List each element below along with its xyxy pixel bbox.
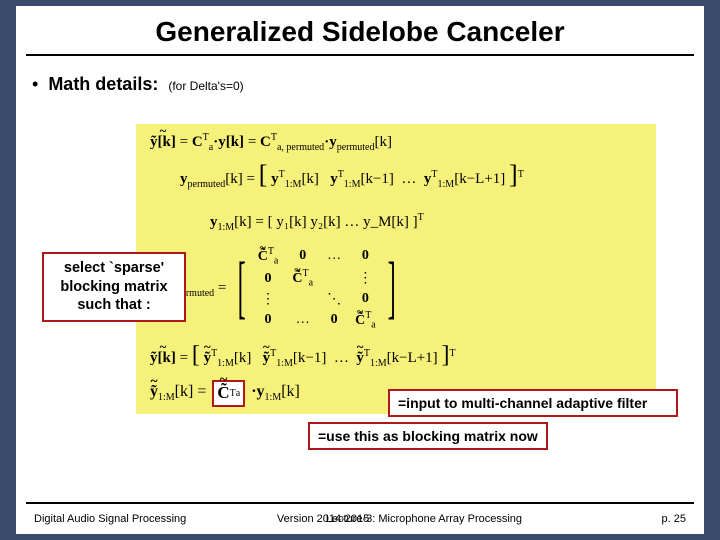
callout-sparse: select `sparse' blocking matrix such tha… (42, 252, 186, 322)
equation-5: ỹ[k] = [ ỹT1:M[k] ỹT1:M[k−1] … ỹT1:M[k−L… (150, 342, 456, 369)
eq6-y: ·y (251, 383, 264, 400)
eq5-k1: [k−1] (293, 350, 326, 366)
m-21: 0 (258, 271, 279, 287)
eq2-tail: [k] (225, 171, 243, 187)
eq2-y1: y (271, 171, 279, 187)
matrix-body: C̃Ta 0 … 0 0 C̃Ta ⋮ ⋮ ⋱ 0 0 … 0 C̃Ta (258, 246, 376, 330)
eq3-outT: T (418, 212, 424, 223)
eq5-y1: ỹ (204, 350, 212, 367)
equation-4-matrix: CTa, permuted = [ C̃Ta 0 … 0 0 C̃Ta ⋮ ⋮ … (150, 246, 403, 330)
m-43: 0 (327, 312, 341, 328)
eq5-s1b: 1:M (217, 358, 234, 369)
eq5-kL: [k−L+1] (387, 350, 438, 366)
eq5-outT: T (449, 348, 455, 359)
lbracket-icon: [ (238, 257, 246, 319)
eq5-sLb: 1:M (370, 358, 387, 369)
callout-input: =input to multi-channel adaptive filter (388, 389, 678, 417)
bullet-note: (for Delta's=0) (168, 79, 243, 93)
m-31: ⋮ (258, 291, 279, 308)
eq6-box-sub: a (236, 388, 240, 399)
eq2-y1sub: 1:M (285, 179, 302, 190)
m-44: C̃Ta (355, 310, 376, 330)
eq1-rysub: permuted (337, 142, 375, 153)
eq2-kL: [k−L+1] (454, 171, 505, 187)
eq1-rsub: a, permuted (277, 142, 324, 153)
slide-container: Generalized Sidelobe Canceler • Math det… (16, 6, 704, 534)
eq2-y2: y (330, 171, 338, 187)
bullet-row: • Math details: (for Delta's=0) (16, 56, 704, 99)
eq5-k0: [k] (234, 350, 252, 366)
eq6-redbox: C̃Ta (212, 380, 245, 407)
equation-6: ỹ1:M[k] = C̃Ta ·y1:M[k] (150, 380, 300, 407)
eq6-lhs: ỹ (150, 383, 158, 401)
eq6-lhs-sub: 1:M (158, 393, 175, 404)
eq6-lhs-k: [k] (175, 383, 194, 400)
eq1-ry: ·y (324, 134, 337, 150)
equation-2: ypermuted[k] = [ yT1:M[k] yT1:M[k−1] … y… (180, 160, 524, 190)
eq2-k0: [k] (301, 171, 319, 187)
rbracket-icon: ] (387, 257, 395, 319)
eq1-y: ·y[k] (213, 134, 244, 150)
math-box: ỹ[k] = CTa·y[k] = CTa, permuted·ypermute… (136, 124, 656, 414)
eq1-tail: [k] (374, 134, 392, 150)
eq2-outT: T (518, 169, 524, 180)
m-42: … (292, 312, 313, 328)
eq3-body: [ y₁[k] y₂[k] … y_M[k] ] (268, 214, 418, 230)
eq6-yk: [k] (281, 383, 300, 400)
eq2-lhs-sub: permuted (188, 179, 226, 190)
bullet-label: Math details: (48, 74, 158, 95)
footer-left: Digital Audio Signal Processing (34, 513, 186, 525)
eq3-tail: [k] (234, 214, 252, 230)
eq5-lhs: ỹ[k] (150, 350, 176, 367)
eq2-lhs: y (180, 171, 188, 187)
footer-rule (26, 502, 694, 504)
m-14: 0 (355, 248, 376, 264)
m-22: C̃Ta (292, 268, 313, 288)
m-41: 0 (258, 312, 279, 328)
eq1-lhs: ỹ[k] (150, 134, 176, 151)
eq6-lhs-wrap: ỹ1:M[k] = (150, 383, 206, 403)
equation-3: y1:M[k] = [ y₁[k] y₂[k] … y_M[k] ]T (210, 212, 424, 233)
slide-title: Generalized Sidelobe Canceler (16, 6, 704, 52)
eq1-c: C (192, 134, 203, 150)
m-11: C̃Ta (258, 246, 279, 266)
footer-page: p. 25 (662, 513, 686, 525)
footer: Digital Audio Signal Processing Version … (34, 513, 686, 525)
eq1-rc: C (260, 134, 271, 150)
eq5-y2: ỹ (263, 350, 271, 367)
eq3-lhs: y (210, 214, 218, 230)
eq2-k1: [k−1] (360, 171, 393, 187)
eq6-box-c: C̃ (217, 383, 229, 403)
callout-block: =use this as blocking matrix now (308, 422, 548, 450)
eq5-yL: ỹ (356, 350, 364, 367)
eq5-dots: … (334, 350, 349, 366)
footer-mid: Version 2014-2015 (277, 513, 369, 525)
bullet-dot: • (32, 75, 38, 93)
eq5-s2b: 1:M (276, 358, 293, 369)
eq3-sub: 1:M (218, 222, 235, 233)
eq2-dots: … (401, 171, 416, 187)
m-13: … (327, 248, 341, 264)
equation-1: ỹ[k] = CTa·y[k] = CTa, permuted·ypermute… (150, 132, 392, 153)
m-33: ⋱ (327, 291, 341, 308)
eq6-rhs-wrap: ·y1:M[k] (251, 383, 300, 403)
eq6-ysub: 1:M (265, 393, 282, 404)
eq2-yLsub: 1:M (438, 179, 455, 190)
m-24: ⋮ (355, 270, 376, 287)
eq2-y2sub: 1:M (344, 179, 361, 190)
